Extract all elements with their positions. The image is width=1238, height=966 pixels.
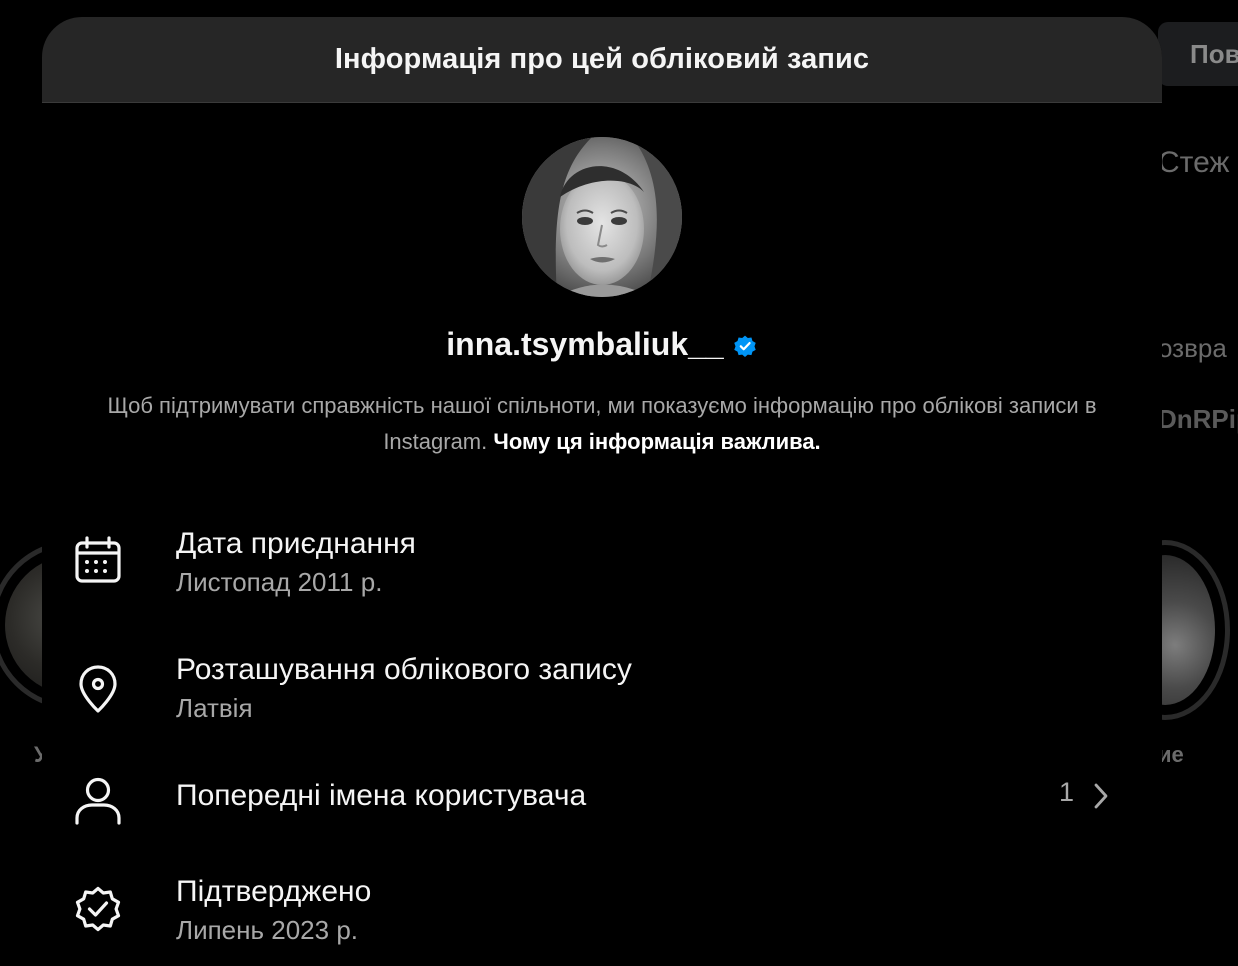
verified-label: Підтверджено bbox=[176, 875, 372, 908]
account-location-label: Розташування облікового запису bbox=[176, 653, 632, 686]
avatar bbox=[522, 137, 682, 297]
calendar-icon bbox=[72, 535, 124, 587]
date-joined-row: Дата приєднання Листопад 2011 р. bbox=[72, 525, 1132, 615]
username-row: inna.tsymbaliuk__ bbox=[42, 326, 1162, 363]
modal-header: Інформація про цей обліковий запис bbox=[42, 17, 1162, 103]
date-joined-label: Дата приєднання bbox=[176, 527, 416, 560]
background-follow-button[interactable]: Пов bbox=[1158, 22, 1238, 86]
authenticity-notice: Щоб підтримувати справжність нашої спіль… bbox=[102, 388, 1102, 460]
former-usernames-row[interactable]: Попередні імена користувача 1 bbox=[72, 777, 1132, 839]
verified-outline-icon bbox=[72, 883, 124, 935]
modal-title: Інформація про цей обліковий запис bbox=[334, 43, 870, 75]
account-info-modal: Інформація про цей обліковий запис inna.… bbox=[42, 17, 1162, 966]
username: inna.tsymbaliuk__ bbox=[446, 326, 724, 362]
why-important-link[interactable]: Чому ця інформація важлива. bbox=[493, 429, 820, 454]
verified-value: Липень 2023 р. bbox=[176, 915, 358, 945]
user-icon bbox=[72, 775, 124, 827]
background-return-text: озвра bbox=[1158, 333, 1227, 363]
location-pin-icon bbox=[72, 663, 124, 715]
former-usernames-label: Попередні імена користувача bbox=[176, 779, 587, 812]
background-code-text: DnRPip bbox=[1158, 404, 1238, 434]
date-joined-value: Листопад 2011 р. bbox=[176, 567, 383, 597]
account-location-value: Латвія bbox=[176, 693, 253, 723]
chevron-right-icon bbox=[1090, 781, 1112, 811]
background-following-text: Стеж bbox=[1158, 146, 1230, 179]
verified-badge-icon bbox=[732, 333, 758, 359]
former-usernames-count: 1 bbox=[1058, 777, 1074, 807]
account-location-row: Розташування облікового запису Латвія bbox=[72, 651, 1132, 741]
verified-row: Підтверджено Липень 2023 р. bbox=[72, 873, 1132, 963]
